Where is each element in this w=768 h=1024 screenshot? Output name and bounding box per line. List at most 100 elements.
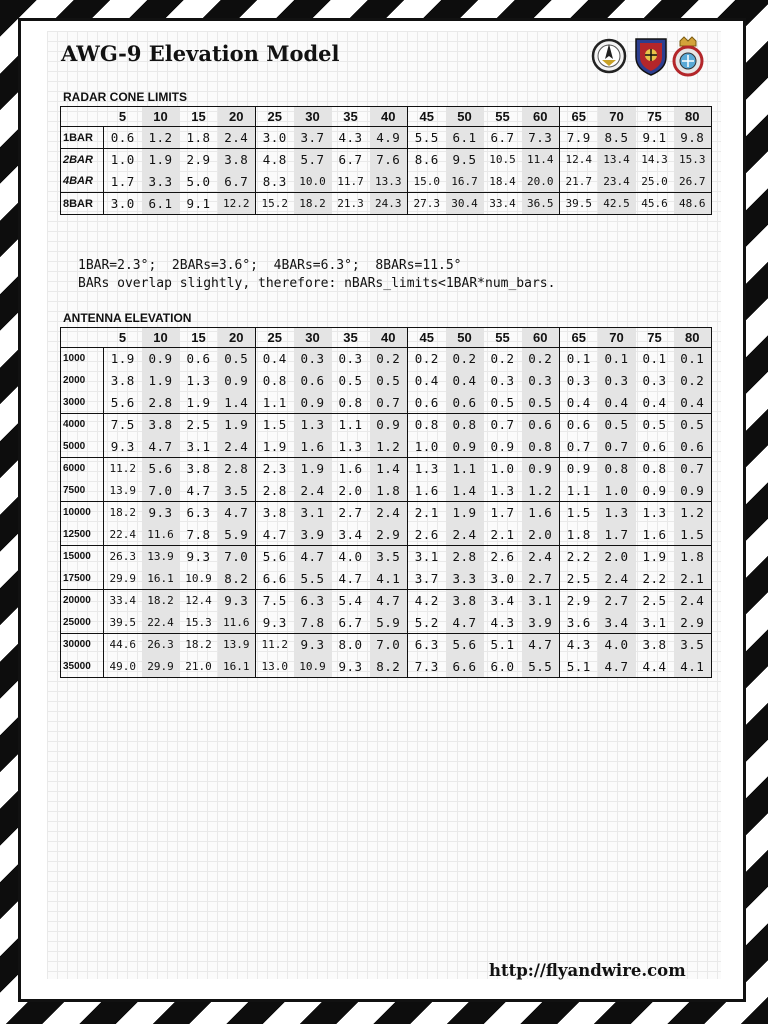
- table-row: 20000 33.4 18.2 12.4 9.3 7.5 6.3 5.4 4.7 4.2 3.8 3.…: [60, 589, 712, 612]
- value-cell: 1.1: [559, 479, 598, 502]
- value-cell: 12.4: [559, 148, 598, 171]
- value-cell: 33.4: [109, 594, 137, 608]
- value-cell: 4.2: [407, 589, 446, 612]
- value-cell: 0.6: [110, 130, 135, 145]
- value-cell: 1.5: [673, 523, 712, 546]
- value-cell: 1.2: [673, 501, 712, 524]
- value-cell: 4.3: [559, 633, 598, 656]
- value-cell: 9.3: [293, 633, 332, 656]
- value-cell: 3.1: [186, 438, 211, 454]
- value-cell: 9.8: [673, 126, 712, 149]
- value-cell: 0.1: [642, 351, 667, 367]
- value-cell: 11.6: [141, 523, 180, 546]
- value-cell: 4.1: [673, 655, 712, 678]
- value-cell: 18.2: [293, 192, 332, 215]
- value-cell: 3.1: [521, 589, 560, 612]
- value-cell: 11.7: [337, 174, 364, 188]
- value-cell: 1.6: [293, 435, 332, 458]
- column-header: 80: [673, 106, 712, 127]
- row-label: 17500: [60, 567, 104, 590]
- value-cell: 21.3: [337, 197, 364, 210]
- value-cell: 1.8: [186, 130, 211, 145]
- value-cell: 6.7: [338, 152, 363, 168]
- value-cell: 1.8: [559, 523, 598, 546]
- value-cell: 3.8: [445, 589, 484, 612]
- value-cell: 1.8: [369, 479, 408, 502]
- value-cell: 2.1: [490, 526, 515, 542]
- value-cell: 13.4: [597, 148, 636, 171]
- value-cell: 9.3: [255, 611, 294, 634]
- value-cell: 2.7: [521, 567, 560, 590]
- corner-cell: [60, 327, 104, 348]
- value-cell: 15.3: [185, 615, 212, 629]
- value-cell: 1.3: [338, 438, 363, 454]
- value-cell: 20.0: [521, 170, 560, 193]
- value-cell: 1.3: [293, 413, 332, 436]
- value-cell: 0.3: [338, 351, 363, 367]
- value-cell: 3.4: [338, 526, 363, 542]
- value-cell: 0.2: [445, 347, 484, 370]
- value-cell: 0.1: [559, 347, 598, 370]
- column-header: 15: [179, 327, 218, 348]
- value-cell: 33.4: [489, 197, 516, 210]
- value-cell: 1.4: [445, 479, 484, 502]
- value-cell: 2.2: [642, 570, 667, 586]
- table-row: 4BAR 1.7 3.3 5.0 6.7 8.3 10.0 11.7 13.3 15.0 16.7 1…: [60, 170, 712, 193]
- value-cell: 2.4: [673, 589, 712, 612]
- value-cell: 11.2: [255, 633, 294, 656]
- value-cell: 5.5: [407, 126, 446, 149]
- value-cell: 6.3: [186, 505, 211, 521]
- table-row: 3000 5.6 2.8 1.9 1.4 1.1 0.9 0.8 0.7 0.6 0.6 0.5 0.5…: [60, 391, 712, 414]
- row-label: 12500: [60, 523, 104, 546]
- table-row: 7500 13.9 7.0 4.7 3.5 2.8 2.4 2.0 1.8 1.6 1.4 1.3 1.…: [60, 479, 712, 502]
- value-cell: 2.5: [559, 567, 598, 590]
- value-cell: 1.1: [338, 417, 363, 433]
- value-cell: 0.4: [407, 369, 446, 392]
- column-header: 10: [141, 106, 180, 127]
- value-cell: 4.7: [255, 523, 294, 546]
- value-cell: 2.4: [445, 523, 484, 546]
- value-cell: 0.9: [642, 482, 667, 498]
- value-cell: 5.6: [141, 457, 180, 480]
- value-cell: 1.2: [141, 126, 180, 149]
- value-cell: 4.7: [217, 501, 256, 524]
- table-row: 2000 3.8 1.9 1.3 0.9 0.8 0.6 0.5 0.5 0.4 0.4 0.3 0.3…: [60, 369, 712, 392]
- value-cell: 0.4: [445, 369, 484, 392]
- reference-sheet: AWG-9 Elevation Model RADAR CONE LIMITS …: [18, 18, 746, 1002]
- value-cell: 7.8: [186, 526, 211, 542]
- value-cell: 0.6: [559, 413, 598, 436]
- value-cell: 5.9: [369, 611, 408, 634]
- row-label: 1000: [60, 347, 104, 370]
- column-header: 35: [331, 106, 370, 127]
- value-cell: 13.9: [217, 633, 256, 656]
- value-cell: 4.7: [521, 633, 560, 656]
- antenna-elevation-table: 5 10 15 20 25 30 35 40 45 50 55 60 65 70 75 80 1000 1.9 0.…: [60, 327, 712, 678]
- value-cell: 18.2: [141, 589, 180, 612]
- column-header: 25: [255, 327, 294, 348]
- value-cell: 5.6: [110, 394, 135, 410]
- value-cell: 0.5: [490, 394, 515, 410]
- table-row: 10000 18.2 9.3 6.3 4.7 3.8 3.1 2.7 2.4 2.1 1.9 1.7 1…: [60, 501, 712, 524]
- value-cell: 36.5: [521, 192, 560, 215]
- value-cell: 26.3: [109, 550, 137, 564]
- value-cell: 2.4: [293, 479, 332, 502]
- value-cell: 16.1: [141, 567, 180, 590]
- value-cell: 2.0: [521, 523, 560, 546]
- value-cell: 3.0: [490, 570, 515, 586]
- value-cell: 7.3: [407, 655, 446, 678]
- value-cell: 4.3: [490, 614, 515, 630]
- value-cell: 1.0: [597, 479, 636, 502]
- value-cell: 2.7: [338, 505, 363, 521]
- column-header: 80: [673, 327, 712, 348]
- column-header: 45: [407, 106, 446, 127]
- table-row: 1BAR 0.6 1.2 1.8 2.4 3.0 3.7 4.3 4.9 5.5 6.1 6.7 7.3…: [60, 126, 712, 149]
- value-cell: 4.4: [642, 658, 667, 674]
- value-cell: 0.5: [597, 413, 636, 436]
- value-cell: 1.0: [490, 461, 515, 477]
- table-row: 1000 1.9 0.9 0.6 0.5 0.4 0.3 0.3 0.2 0.2 0.2 0.2 0.2…: [60, 347, 712, 370]
- column-header: 45: [407, 327, 446, 348]
- squadron-emblem-icon: [591, 38, 627, 74]
- value-cell: 15.2: [255, 192, 294, 215]
- value-cell: 2.5: [186, 417, 211, 433]
- row-label: 4000: [60, 413, 104, 436]
